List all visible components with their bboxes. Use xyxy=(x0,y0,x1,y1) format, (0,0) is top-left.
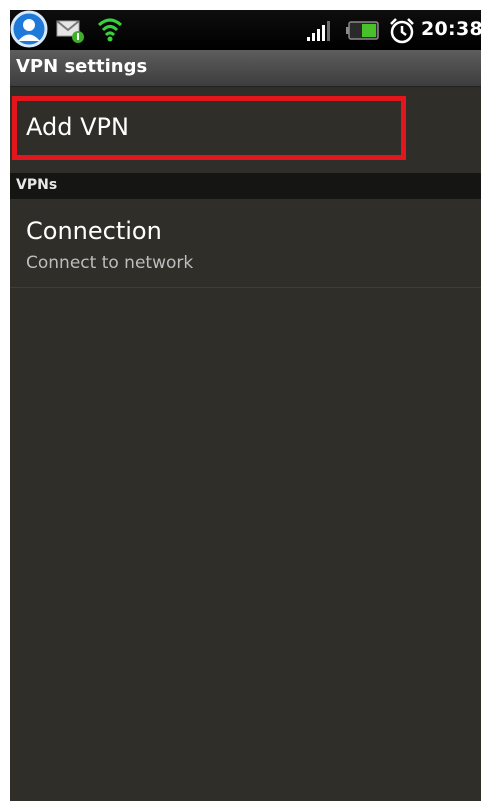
alarm-icon xyxy=(388,17,416,49)
battery-icon xyxy=(346,21,380,45)
vpns-section-header: VPNs xyxy=(10,173,481,199)
signal-icon xyxy=(306,20,336,46)
connection-title: Connection xyxy=(26,217,162,245)
add-vpn-item[interactable]: Add VPN xyxy=(10,87,481,174)
title-bar: VPN settings xyxy=(10,50,481,87)
vpn-connection-item[interactable]: Connection Connect to network xyxy=(10,199,481,288)
section-header-label: VPNs xyxy=(16,177,58,193)
avatar-icon xyxy=(10,10,48,52)
connection-subtitle: Connect to network xyxy=(26,253,194,273)
add-vpn-label: Add VPN xyxy=(26,113,129,141)
status-time: 20:38 xyxy=(421,18,481,40)
message-icon xyxy=(56,19,86,49)
phone-screen: 20:38 VPN settings Add VPN VPNs Connecti… xyxy=(10,10,481,801)
wifi-icon xyxy=(96,16,124,48)
page-title: VPN settings xyxy=(16,56,148,77)
status-bar: 20:38 xyxy=(10,10,481,50)
